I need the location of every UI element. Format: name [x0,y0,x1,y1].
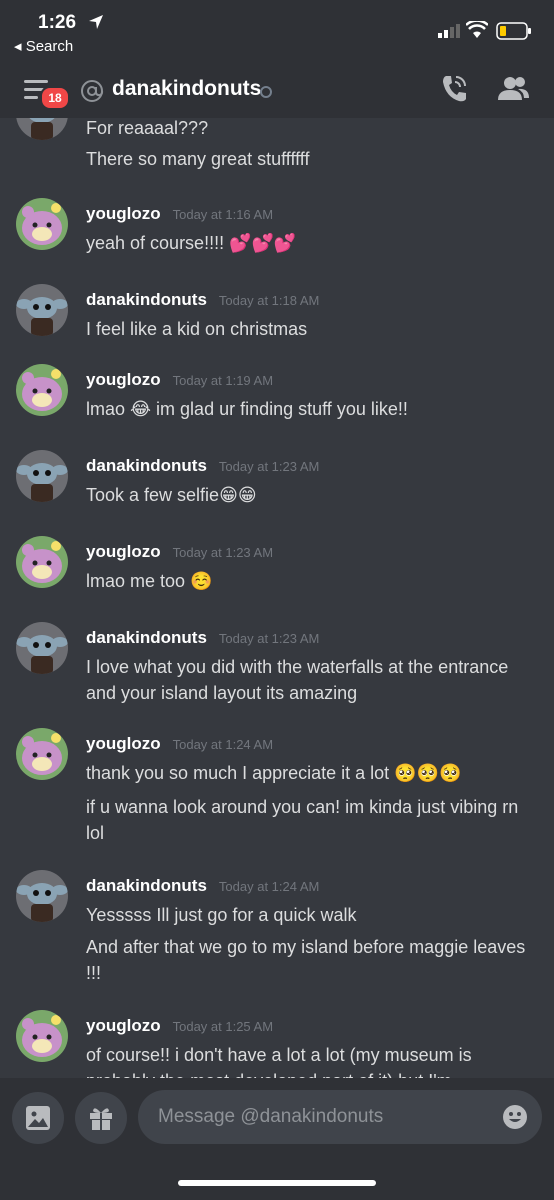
author-name[interactable]: youglozo [86,542,161,561]
message-list[interactable]: For reaaaal??? There so many great stuff… [0,118,554,1078]
location-arrow-icon [88,14,104,35]
clock: 1:26 [38,12,77,33]
message-composer: Message @danakindonuts [0,1078,554,1200]
message-author[interactable]: danakindonuts Today at 1:23 AM [86,456,319,476]
message-author[interactable]: danakindonuts Today at 1:24 AM [86,876,319,896]
avatar[interactable] [16,870,68,922]
phone-call-icon[interactable] [440,74,468,109]
gift-icon [88,1105,114,1136]
author-name[interactable]: danakindonuts [86,290,207,309]
message-line: Yesssss Ill just go for a quick walk [86,905,357,925]
author-name[interactable]: youglozo [86,370,161,389]
channel-title: danakindonuts [112,77,262,100]
message-placeholder: Message @danakindonuts [158,1106,384,1127]
author-name[interactable]: youglozo [86,1016,161,1035]
message-line: Took a few selfie😁😁 [86,485,257,505]
gift-button[interactable] [75,1092,127,1144]
unread-badge: 18 [40,86,70,110]
message-timestamp: Today at 1:25 AM [172,1019,274,1034]
message-line: thank you so much I appreciate it a lot … [86,763,462,783]
message-line: I love what you did with the waterfalls … [86,657,509,703]
message-line: if u wanna look around you can! im kinda… [86,797,519,843]
emoji-icon[interactable] [502,1104,528,1135]
avatar[interactable] [16,1010,68,1062]
app-header: 1:26 ◂ Search 18 danakindonuts [0,0,554,118]
message-author[interactable]: youglozo Today at 1:19 AM [86,370,273,390]
wifi-icon [465,19,489,44]
avatar[interactable] [16,198,68,250]
avatar[interactable] [16,536,68,588]
member-list-icon[interactable] [498,76,530,107]
attach-image-button[interactable] [12,1092,64,1144]
message-timestamp: Today at 1:19 AM [172,373,274,388]
at-sign-icon [80,79,104,108]
message-author[interactable]: youglozo Today at 1:24 AM [86,734,273,754]
avatar[interactable] [16,450,68,502]
message-line: There so many great stuffffff [86,149,310,169]
avatar[interactable] [16,284,68,336]
message-line: And after that we go to my island before… [86,937,526,983]
author-name[interactable]: danakindonuts [86,456,207,475]
status-bar: 1:26 ◂ Search [0,0,554,62]
image-icon [25,1105,51,1136]
avatar[interactable] [16,118,68,140]
message-line: lmao 😂 im glad ur finding stuff you like… [86,399,408,419]
message-timestamp: Today at 1:16 AM [172,207,274,222]
message-timestamp: Today at 1:23 AM [218,459,320,474]
author-name[interactable]: youglozo [86,734,161,753]
offline-status-icon [260,86,272,98]
message-timestamp: Today at 1:24 AM [218,879,320,894]
message-timestamp: Today at 1:18 AM [218,293,320,308]
message-line: I feel like a kid on christmas [86,319,308,339]
message-timestamp: Today at 1:24 AM [172,737,274,752]
battery-low-icon [496,22,532,45]
author-name[interactable]: danakindonuts [86,628,207,647]
message-author[interactable]: danakindonuts Today at 1:18 AM [86,290,319,310]
channel-navbar: 18 danakindonuts [0,62,554,118]
author-name[interactable]: danakindonuts [86,876,207,895]
message-author[interactable]: danakindonuts Today at 1:23 AM [86,628,319,648]
avatar[interactable] [16,622,68,674]
message-input[interactable]: Message @danakindonuts [138,1090,542,1144]
cellular-signal-icon [438,24,460,43]
home-indicator [178,1180,376,1186]
message-line: yeah of course!!!! 💕💕💕 [86,233,297,253]
avatar[interactable] [16,364,68,416]
message-timestamp: Today at 1:23 AM [172,545,274,560]
message-author[interactable]: youglozo Today at 1:16 AM [86,204,273,224]
message-author[interactable]: youglozo Today at 1:23 AM [86,542,273,562]
avatar[interactable] [16,728,68,780]
back-to-search-link[interactable]: ◂ Search [14,37,73,55]
author-name[interactable]: youglozo [86,204,161,223]
message-line: For reaaaal??? [86,118,209,138]
message-line: lmao me too ☺️ [86,571,213,591]
message-author[interactable]: youglozo Today at 1:25 AM [86,1016,273,1036]
message-timestamp: Today at 1:23 AM [218,631,320,646]
message-line: of course!! i don't have a lot a lot (my… [86,1045,472,1078]
